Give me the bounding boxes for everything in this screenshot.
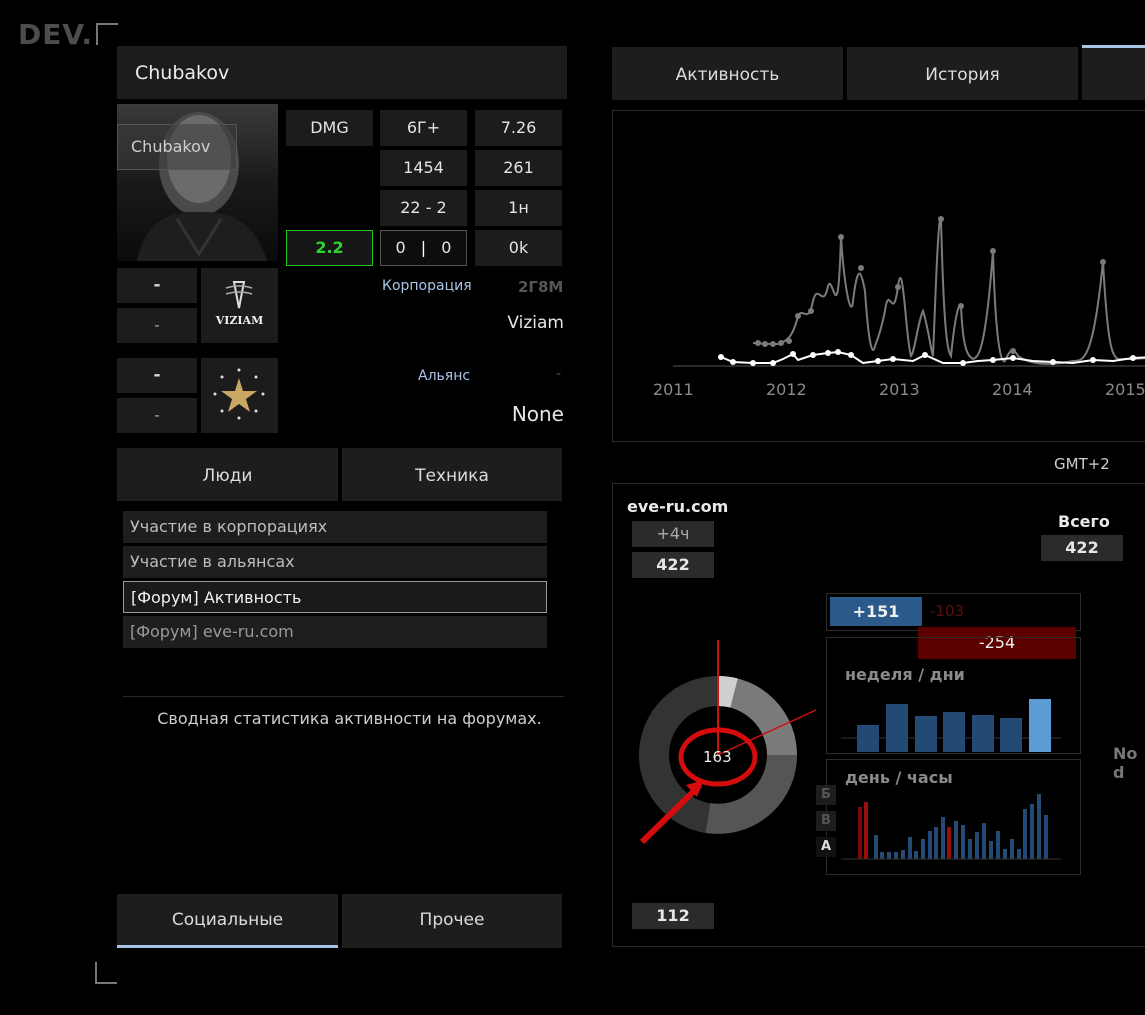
stat-left-zero: 0 <box>395 238 406 257</box>
stat-dmg: DMG <box>286 110 373 146</box>
stat-261: 261 <box>475 150 562 186</box>
tab-other[interactable]: Прочее <box>342 894 562 948</box>
menu-item-forum-site[interactable]: [Форум] eve-ru.com <box>123 616 547 648</box>
total-value: 422 <box>1041 535 1123 561</box>
alliance-top-value: - <box>117 358 197 393</box>
corner-bracket-top <box>96 23 118 45</box>
letter-button-a[interactable]: А <box>816 837 836 857</box>
timeline-panel: 2011 2012 2013 2014 2015 <box>612 110 1145 442</box>
corp-logo-text: VIZIAM <box>215 314 264 327</box>
forum-site-name[interactable]: eve-ru.com <box>627 497 728 516</box>
menu-item-forum-activity[interactable]: [Форум] Активность <box>123 581 547 613</box>
forum-site-total: 422 <box>632 552 714 578</box>
tab-tech[interactable]: Техника <box>342 448 562 501</box>
corporation-code: 2Г8М <box>518 278 564 296</box>
alliance-label: Альянс <box>418 368 471 384</box>
donut-center-value: 163 <box>703 748 732 766</box>
stat-726: 7.26 <box>475 110 562 146</box>
corp-logo[interactable]: VIZIAM <box>201 268 278 343</box>
letter-button-v[interactable]: В <box>816 811 836 831</box>
menu-item-corporations[interactable]: Участие в корпорациях <box>123 511 547 543</box>
alliance-dash: - <box>556 366 562 382</box>
donut-chart <box>639 640 817 845</box>
description-text: Сводная статистика активности на форумах… <box>157 709 542 728</box>
stat-6g: 6Г+ <box>380 110 467 146</box>
year-label-2011: 2011 <box>653 380 694 399</box>
alliance-bottom-value: - <box>117 398 197 433</box>
forum-offset: +4ч <box>632 521 714 547</box>
divider <box>123 696 564 697</box>
avatar[interactable]: Chubakov <box>117 104 278 261</box>
stat-right-zero: 0 <box>441 238 452 257</box>
no-data-label: No d <box>1113 744 1138 782</box>
timezone-label[interactable]: GMT+2 <box>1054 455 1110 473</box>
menu-item-alliances[interactable]: Участие в альянсах <box>123 546 547 578</box>
bottom-value: 112 <box>632 903 714 929</box>
year-label-2013: 2013 <box>879 380 920 399</box>
delta-positive: +151 <box>830 597 922 626</box>
corporation-label: Корпорация <box>382 278 472 294</box>
viziam-emblem-icon <box>225 281 253 309</box>
stat-1454: 1454 <box>380 150 467 186</box>
alliance-logo[interactable] <box>201 358 278 433</box>
tab-social[interactable]: Социальные <box>117 894 338 948</box>
stat-zero-pair: 0 | 0 <box>380 230 467 266</box>
week-bar-chart <box>841 699 1061 752</box>
delta-negative-faded: -103 <box>930 602 965 620</box>
corp-bottom-value: - <box>117 308 197 343</box>
alliance-name[interactable]: None <box>512 402 564 426</box>
letter-button-b[interactable]: Б <box>816 785 836 805</box>
year-label-2014: 2014 <box>992 380 1033 399</box>
corporation-name[interactable]: Viziam <box>507 313 564 333</box>
corp-top-value: - <box>117 268 197 303</box>
avatar-label: Chubakov <box>117 124 237 170</box>
tab-people[interactable]: Люди <box>117 448 338 501</box>
stat-green: 2.2 <box>286 230 373 266</box>
stat-1n: 1н <box>475 190 562 226</box>
day-bar-chart <box>841 794 1061 860</box>
tab-activity[interactable]: Активность <box>612 47 843 100</box>
year-label-2012: 2012 <box>766 380 807 399</box>
logo[interactable]: DEV. <box>18 18 93 51</box>
profile-name: Chubakov <box>135 62 230 84</box>
stat-22-2: 22 - 2 <box>380 190 467 226</box>
corner-bracket-bottom <box>95 962 117 984</box>
tab-history[interactable]: История <box>847 47 1078 100</box>
stat-0k: 0k <box>475 230 562 266</box>
year-label-2015: 2015 <box>1105 380 1145 399</box>
star-emblem-icon <box>213 368 265 420</box>
profile-header: Chubakov <box>117 46 567 99</box>
stat-separator: | <box>420 238 427 257</box>
total-label: Всего <box>1058 512 1110 531</box>
tab-active-partial[interactable] <box>1082 45 1145 100</box>
